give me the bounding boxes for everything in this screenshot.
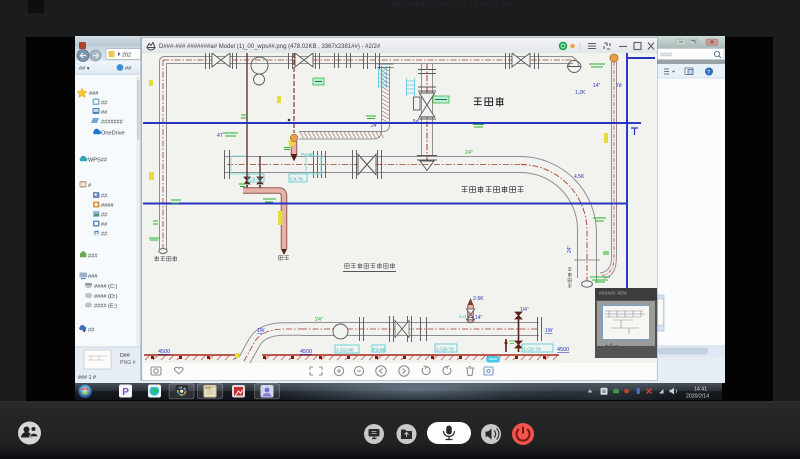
svg-text:#### (C:): #### (C:) xyxy=(94,284,117,290)
svg-text:####: #### xyxy=(660,53,672,59)
svg-text:F3-60: F3-60 xyxy=(373,347,386,353)
svg-text:#######: ####### xyxy=(101,120,124,126)
svg-text:1,2K: 1,2K xyxy=(575,90,586,96)
svg-text:###: ### xyxy=(89,91,99,97)
svg-text:14": 14" xyxy=(475,315,483,321)
svg-text:2-5K: 2-5K xyxy=(473,296,484,302)
svg-text:##: ## xyxy=(101,213,108,219)
svg-text:OneDrive: OneDrive xyxy=(101,131,125,137)
svg-text:WPS##: WPS## xyxy=(88,158,108,164)
svg-text:C9-7b: C9-7b xyxy=(249,177,262,183)
svg-text:1-G9-79: 1-G9-79 xyxy=(436,347,454,353)
svg-text:4,5K: 4,5K xyxy=(574,174,585,180)
svg-text:14": 14" xyxy=(593,83,601,89)
svg-text:##: ## xyxy=(101,232,108,238)
svg-text:2020/2/14: 2020/2/14 xyxy=(686,394,709,400)
svg-text:D##: D## xyxy=(120,353,130,359)
svg-text:1/4": 1/4" xyxy=(520,307,529,313)
svg-text:C9-7b: C9-7b xyxy=(290,177,303,183)
svg-text:##: ## xyxy=(88,328,95,334)
svg-text:###: ### xyxy=(88,254,98,260)
svg-text:##: ## xyxy=(101,101,108,107)
svg-text:D###-### #######a# Model (1)_0: D###-### #######a# Model (1)_00_wps##.pn… xyxy=(159,44,381,50)
svg-text:## ▾: ## ▾ xyxy=(79,66,90,72)
svg-text:24": 24" xyxy=(315,317,323,323)
svg-text:4500: 4500 xyxy=(300,349,312,355)
svg-text:PNG #: PNG # xyxy=(120,360,136,366)
svg-text:14:41: 14:41 xyxy=(694,387,707,393)
svg-text:1-G0-79: 1-G0-79 xyxy=(523,347,541,353)
svg-text:1-G2-60: 1-G2-60 xyxy=(336,348,354,354)
svg-text:P: P xyxy=(122,387,129,398)
svg-text:####: #### xyxy=(101,203,114,209)
svg-text:24": 24" xyxy=(465,150,473,156)
svg-text:1W: 1W xyxy=(257,328,265,334)
svg-text:###: ### xyxy=(88,274,98,280)
svg-text:##: ## xyxy=(101,222,108,228)
svg-text:#: # xyxy=(88,183,92,189)
svg-text:24: 24 xyxy=(371,123,377,129)
svg-text:4500: 4500 xyxy=(158,349,170,355)
svg-text:202: 202 xyxy=(122,53,131,59)
svg-text:7d: 7d xyxy=(616,83,622,89)
svg-text:4T: 4T xyxy=(217,133,223,139)
svg-text:#### (D:): #### (D:) xyxy=(94,294,117,300)
svg-text:5d: 5d xyxy=(413,119,419,125)
svg-text:4500: 4500 xyxy=(557,347,569,353)
svg-text:##: ## xyxy=(101,194,108,200)
svg-text:?: ? xyxy=(707,70,710,76)
svg-text:#### (E:): #### (E:) xyxy=(94,304,117,310)
svg-text:P2-60: P2-60 xyxy=(301,152,314,158)
svg-text:24": 24" xyxy=(567,245,573,253)
svg-text:1W: 1W xyxy=(545,328,553,334)
svg-text:##: ## xyxy=(101,110,108,116)
svg-text:##: ## xyxy=(125,66,132,72)
svg-text:1-d: 1-d xyxy=(459,314,466,320)
svg-text:### 1 #: ### 1 # xyxy=(78,375,96,381)
